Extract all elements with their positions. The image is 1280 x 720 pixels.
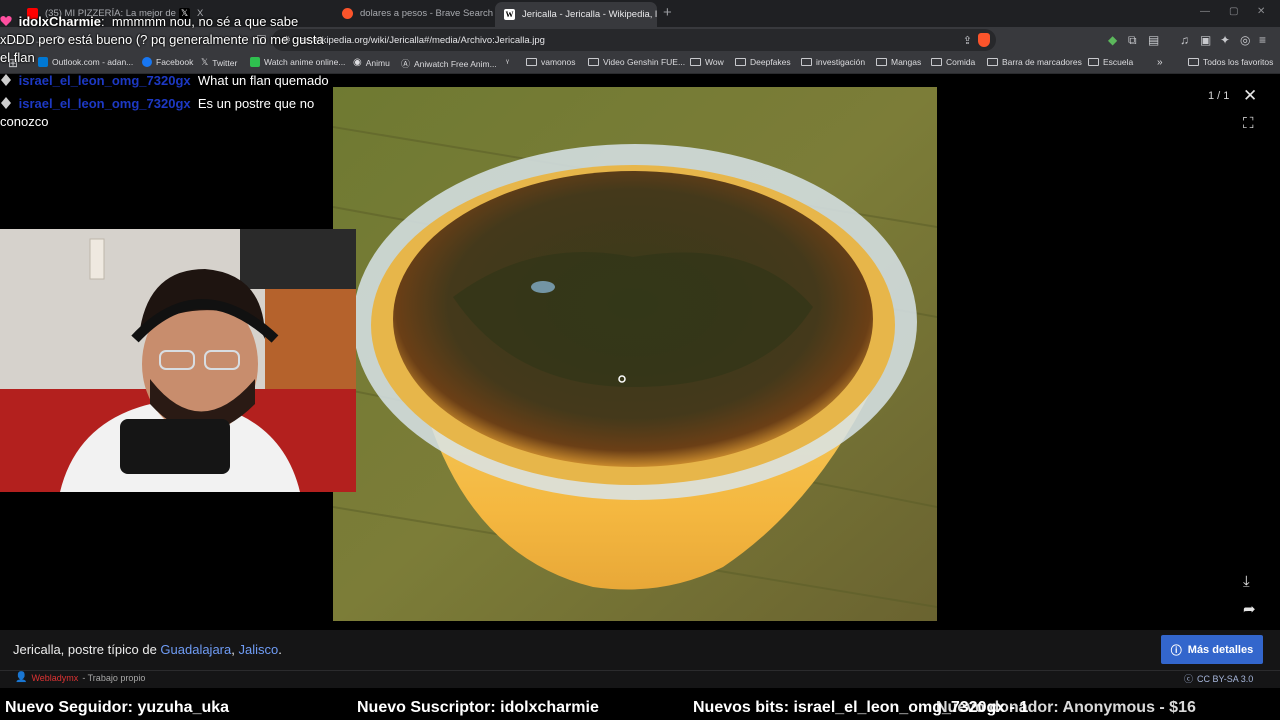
download-icon[interactable]: ⤓ (1243, 574, 1250, 590)
folder-icon (931, 58, 942, 66)
bookmark-folder-escuela[interactable]: Escuela (1088, 57, 1133, 67)
globe-icon: ◉ (353, 57, 362, 68)
chat-message: idolxCharmie: mmmmm nou, no sé a que sab… (0, 14, 324, 65)
author-attribution: 👤 Webladymx - Trabajo propio (15, 672, 146, 683)
pin-icon: ᵞ (506, 57, 509, 67)
folder-icon (526, 58, 537, 66)
music-icon[interactable]: ♫ (1180, 33, 1189, 47)
heart-badge-icon (0, 16, 12, 26)
image-caption: Jericalla, postre típico de Guadalajara,… (13, 642, 282, 657)
bookmark-folder-comida[interactable]: Comida (931, 57, 975, 67)
brave-search-icon (342, 8, 353, 19)
extensions-icon[interactable]: ⧉ (1128, 33, 1137, 47)
ticker-follower: Nuevo Seguidor: yuzuha_uka (5, 699, 230, 716)
chat-message: israel_el_leon_omg_7320gx Es un postre q… (0, 95, 330, 131)
tab-jericalla[interactable]: W Jericalla - Jericalla - Wikipedia, la … (495, 2, 657, 27)
chat-message: israel_el_leon_omg_7320gx What un flan q… (0, 72, 330, 90)
chat-username: israel_el_leon_omg_7320gx (18, 96, 191, 111)
tab-title: Jericalla - Jericalla - Wikipedia, la (522, 9, 657, 20)
link-guadalajara[interactable]: Guadalajara (160, 642, 231, 657)
wallet-icon[interactable]: ▣ (1200, 33, 1211, 47)
address-bar[interactable]: ⚙ es.wikipedia.org/wiki/Jericalla#/media… (272, 29, 996, 51)
bookmark-folder-investigacion[interactable]: investigación (801, 57, 865, 67)
more-bookmarks-icon[interactable]: » (1157, 57, 1163, 68)
folder-icon (690, 58, 701, 66)
webcam-feed (0, 229, 356, 492)
new-tab-button[interactable]: + (663, 4, 672, 21)
brave-shields-icon[interactable] (978, 33, 990, 47)
stream-ticker: Nuevo Seguidor: yuzuha_uka Nuevo Suscrip… (0, 696, 1280, 720)
cc-icon: ⓒ (1184, 674, 1194, 684)
diamond-badge-icon (1, 74, 11, 86)
bookmark-folder-deepfakes[interactable]: Deepfakes (735, 57, 791, 67)
wikipedia-icon: W (504, 9, 515, 20)
url-text: es.wikipedia.org/wiki/Jericalla#/media/A… (299, 34, 545, 46)
sidebar-icon[interactable]: ▤ (1148, 33, 1159, 47)
folder-icon (987, 58, 998, 66)
close-viewer-icon[interactable]: ✕ (1243, 87, 1257, 104)
bookmark-animu[interactable]: ◉ Animu (353, 57, 390, 68)
bookmark-folder-genshin[interactable]: Video Genshin FUE... (588, 57, 685, 67)
tab-title: dolares a pesos - Brave Search (360, 8, 493, 19)
media-counter: 1 / 1 (1208, 90, 1230, 102)
link-jalisco[interactable]: Jalisco (238, 642, 278, 657)
fullscreen-icon[interactable]: ⛶ (1243, 116, 1254, 132)
more-details-button[interactable]: ⓘ Más detalles (1161, 635, 1263, 664)
chat-username: israel_el_leon_omg_7320gx (18, 73, 191, 88)
share-icon[interactable]: ⇪ (963, 34, 972, 47)
chat-text: What un flan quemado (197, 73, 329, 88)
menu-icon[interactable]: ≡ (1259, 33, 1266, 47)
all-bookmarks[interactable]: Todos los favoritos (1188, 57, 1273, 67)
rewards-icon[interactable]: ◎ (1240, 33, 1250, 47)
aniwatch-icon: Ⓐ (401, 59, 411, 69)
close-window-icon[interactable]: ✕ (1257, 6, 1265, 17)
minimize-icon[interactable]: — (1200, 6, 1210, 17)
ticker-donor: Nuevo donador: Anonymous - $16 (936, 699, 1196, 716)
folder-icon (876, 58, 887, 66)
stream-chat: idolxCharmie: mmmmm nou, no sé a que sab… (0, 13, 330, 136)
folder-icon (1188, 58, 1199, 66)
leo-ai-icon[interactable]: ✦ (1220, 33, 1230, 47)
folder-icon (801, 58, 812, 66)
vpn-icon[interactable]: ◆ (1108, 33, 1117, 47)
folder-icon (588, 58, 599, 66)
bookmark-folder-barra[interactable]: Barra de marcadores (987, 57, 1082, 67)
ticker-subscriber: Nuevo Suscriptor: idolxcharmie (357, 699, 599, 716)
folder-icon (1088, 58, 1099, 66)
attribution-bar (0, 670, 1280, 688)
bookmark-aniwatch[interactable]: Ⓐ Aniwatch Free Anim... (401, 57, 497, 70)
tab-brave-search[interactable]: dolares a pesos - Brave Search (333, 3, 493, 24)
folder-icon (735, 58, 746, 66)
share-arrow-icon[interactable]: ➦ (1243, 602, 1256, 618)
user-icon: 👤 (15, 672, 28, 683)
chat-username: idolxCharmie (18, 14, 101, 29)
maximize-icon[interactable]: ▢ (1229, 6, 1238, 17)
author-link[interactable]: Webladymx (31, 673, 78, 683)
diamond-badge-icon (1, 97, 11, 109)
bookmark-folder-wow[interactable]: Wow (690, 57, 724, 67)
bookmark-folder-vamonos[interactable]: vamonos (526, 57, 576, 67)
license-link[interactable]: ⓒ CC BY-SA 3.0 (1184, 672, 1253, 685)
bookmark-pin[interactable]: ᵞ (506, 57, 509, 67)
info-icon: ⓘ (1170, 644, 1182, 657)
bookmark-folder-mangas[interactable]: Mangas (876, 57, 921, 67)
jericalla-photo (333, 87, 937, 621)
